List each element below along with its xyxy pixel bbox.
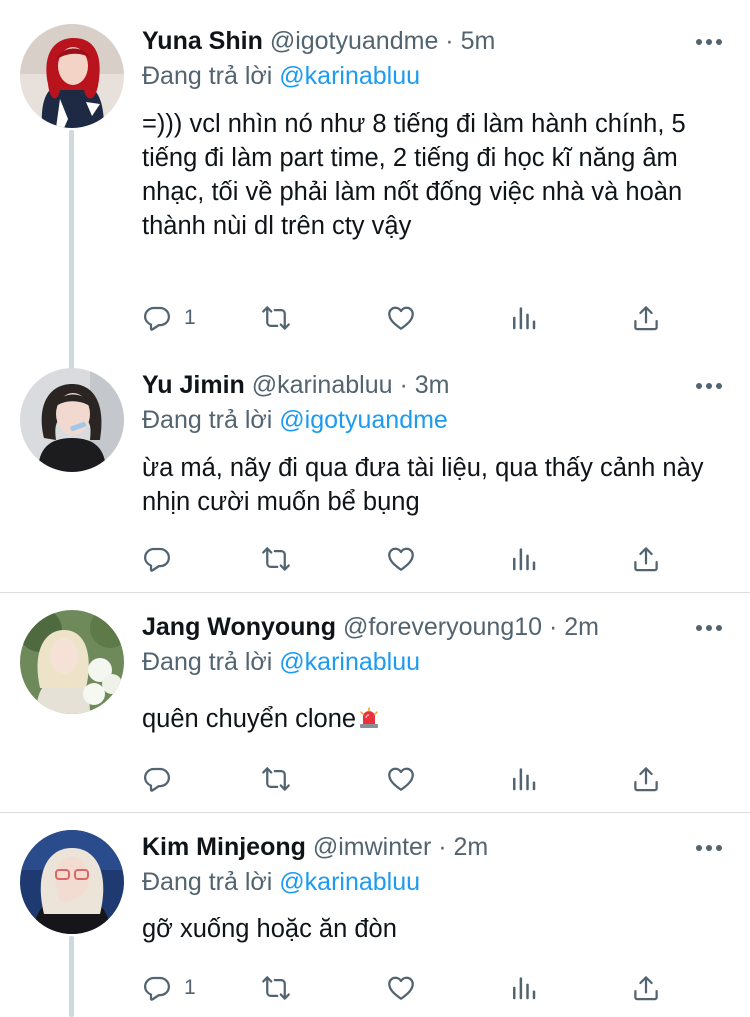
thread-connector	[69, 936, 74, 1017]
replying-to: Đang trả lời @karinabluu	[142, 646, 420, 678]
reply-count: 1	[184, 976, 196, 999]
separator-dot: ·	[399, 371, 408, 399]
retweet-icon	[261, 973, 291, 1003]
timestamp[interactable]: 2m	[454, 833, 489, 861]
retweet-icon	[261, 764, 291, 794]
replying-to-label: Đang trả lời	[142, 62, 273, 90]
timestamp[interactable]: 5m	[461, 27, 496, 55]
tweet-header: Jang Wonyoung @foreveryoung10 · 2m	[142, 611, 599, 643]
action-bar: 1	[142, 971, 682, 1005]
reply-count: 1	[184, 306, 196, 329]
action-bar: 1	[142, 301, 682, 335]
username[interactable]: @imwinter	[313, 833, 431, 861]
tweet[interactable]: Yu Jimin @karinabluu · 3m Đang trả lời @…	[0, 360, 750, 593]
reply-button[interactable]	[142, 762, 184, 796]
thread-connector	[69, 130, 74, 370]
tweet[interactable]: Jang Wonyoung @foreveryoung10 · 2m Đang …	[0, 593, 750, 813]
tweet-text: =))) vcl nhìn nó như 8 tiếng đi làm hành…	[142, 110, 686, 240]
replying-to-label: Đang trả lời	[142, 648, 273, 676]
like-icon	[386, 764, 416, 794]
share-icon	[631, 303, 661, 333]
separator-dot: ·	[438, 833, 447, 861]
police-light-emoji	[360, 707, 379, 728]
reply-icon	[142, 764, 172, 794]
stats-button[interactable]	[509, 542, 539, 576]
separator-dot: ·	[445, 27, 454, 55]
like-icon	[386, 303, 416, 333]
stats-button[interactable]	[509, 301, 539, 335]
share-button[interactable]	[631, 762, 661, 796]
reply-button[interactable]: 1	[142, 301, 196, 335]
separator-dot: ·	[549, 613, 558, 641]
tweet-header: Yuna Shin @igotyuandme · 5m	[142, 25, 495, 57]
display-name[interactable]: Jang Wonyoung	[142, 613, 336, 641]
more-icon[interactable]	[696, 624, 722, 632]
reply-icon	[142, 303, 172, 333]
share-icon	[631, 544, 661, 574]
tweet-header: Yu Jimin @karinabluu · 3m	[142, 369, 449, 401]
avatar[interactable]	[20, 24, 124, 128]
more-icon[interactable]	[696, 38, 722, 46]
like-button[interactable]	[386, 542, 416, 576]
like-button[interactable]	[386, 971, 416, 1005]
replying-to: Đang trả lời @karinabluu	[142, 60, 420, 92]
display-name[interactable]: Kim Minjeong	[142, 833, 306, 861]
tweet-text: ừa má, nãy đi qua đưa tài liệu, qua thấy…	[142, 454, 704, 516]
like-button[interactable]	[386, 762, 416, 796]
tweet-header: Kim Minjeong @imwinter · 2m	[142, 831, 488, 863]
tweet-text: gỡ xuống hoặc ăn đòn	[142, 915, 397, 943]
username[interactable]: @foreveryoung10	[343, 613, 542, 641]
replying-to-label: Đang trả lời	[142, 406, 273, 434]
mention-link[interactable]: @karinabluu	[279, 62, 420, 90]
stats-icon	[509, 764, 539, 794]
username[interactable]: @igotyuandme	[270, 27, 439, 55]
username[interactable]: @karinabluu	[252, 371, 393, 399]
tweet[interactable]: Yuna Shin @igotyuandme · 5m Đang trả lời…	[0, 0, 750, 360]
retweet-icon	[261, 544, 291, 574]
reply-thread: Yuna Shin @igotyuandme · 5m Đang trả lời…	[0, 0, 750, 1017]
replying-to: Đang trả lời @karinabluu	[142, 866, 420, 898]
action-bar	[142, 762, 682, 796]
share-button[interactable]	[631, 301, 661, 335]
share-icon	[631, 973, 661, 1003]
tweet-text-content: quên chuyển clone	[142, 705, 357, 733]
share-button[interactable]	[631, 971, 661, 1005]
stats-icon	[509, 973, 539, 1003]
retweet-button[interactable]	[261, 301, 291, 335]
stats-button[interactable]	[509, 762, 539, 796]
stats-button[interactable]	[509, 971, 539, 1005]
reply-icon	[142, 544, 172, 574]
action-bar	[142, 542, 682, 576]
replying-to: Đang trả lời @igotyuandme	[142, 404, 448, 436]
display-name[interactable]: Yuna Shin	[142, 27, 263, 55]
mention-link[interactable]: @igotyuandme	[279, 406, 448, 434]
mention-link[interactable]: @karinabluu	[279, 868, 420, 896]
retweet-button[interactable]	[261, 971, 291, 1005]
retweet-button[interactable]	[261, 542, 291, 576]
display-name[interactable]: Yu Jimin	[142, 371, 245, 399]
timestamp[interactable]: 3m	[415, 371, 450, 399]
reply-button[interactable]: 1	[142, 971, 196, 1005]
tweet-text: quên chuyển clone	[142, 702, 727, 736]
more-icon[interactable]	[696, 382, 722, 390]
stats-icon	[509, 544, 539, 574]
more-icon[interactable]	[696, 844, 722, 852]
replying-to-label: Đang trả lời	[142, 868, 273, 896]
avatar[interactable]	[20, 830, 124, 934]
mention-link[interactable]: @karinabluu	[279, 648, 420, 676]
timestamp[interactable]: 2m	[564, 613, 599, 641]
like-button[interactable]	[386, 301, 416, 335]
reply-button[interactable]	[142, 542, 184, 576]
stats-icon	[509, 303, 539, 333]
like-icon	[386, 973, 416, 1003]
avatar[interactable]	[20, 368, 124, 472]
retweet-button[interactable]	[261, 762, 291, 796]
avatar[interactable]	[20, 610, 124, 714]
share-button[interactable]	[631, 542, 661, 576]
retweet-icon	[261, 303, 291, 333]
reply-icon	[142, 973, 172, 1003]
tweet[interactable]: Kim Minjeong @imwinter · 2m Đang trả lời…	[0, 813, 750, 1017]
like-icon	[386, 544, 416, 574]
share-icon	[631, 764, 661, 794]
